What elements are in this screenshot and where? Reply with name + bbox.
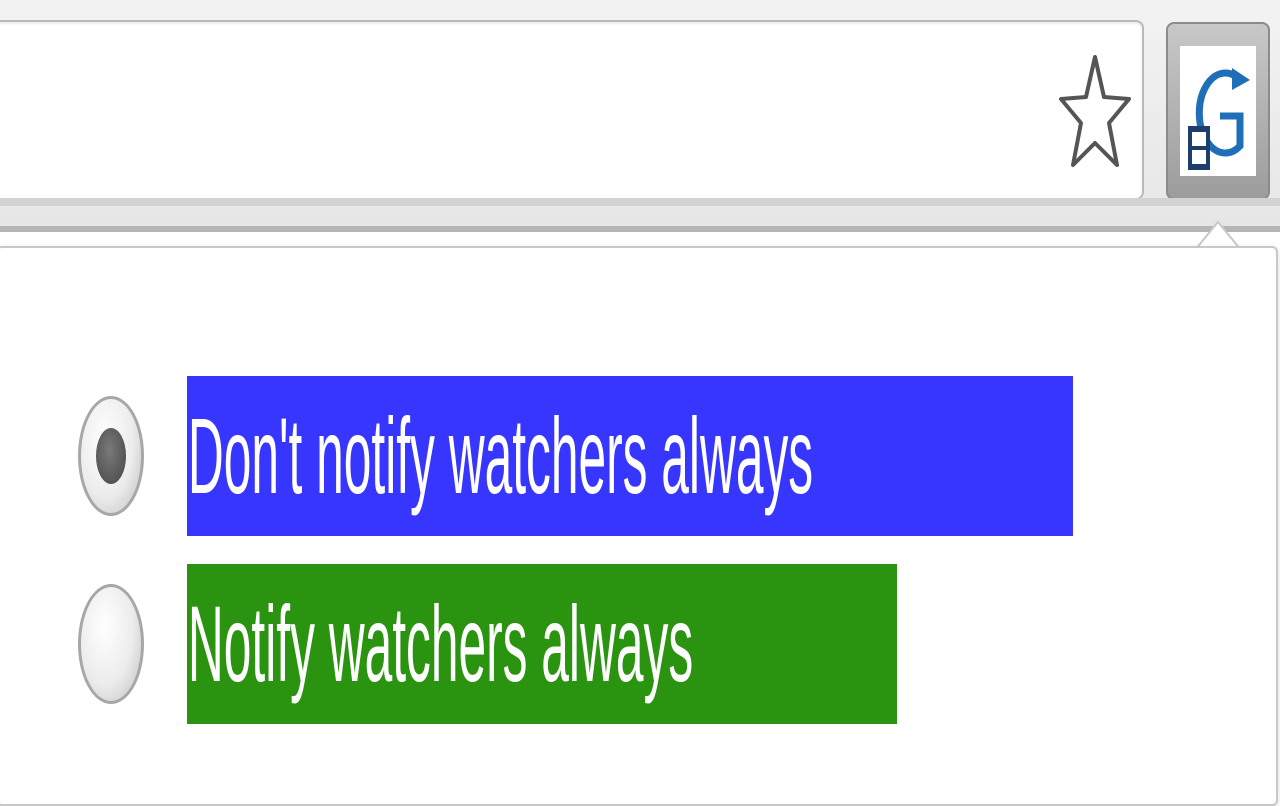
- extension-button[interactable]: [1166, 22, 1270, 200]
- option-notify[interactable]: Notify watchers always: [78, 564, 897, 724]
- browser-toolbar: [0, 0, 1280, 232]
- toolbar-bottom-edge: [0, 226, 1280, 232]
- toolbar-divider: [0, 198, 1280, 206]
- star-outline-icon: [1059, 55, 1131, 167]
- option-label-box: Notify watchers always: [187, 564, 897, 724]
- bookmark-star-button[interactable]: [1052, 48, 1138, 174]
- radio-button[interactable]: [78, 584, 144, 704]
- address-bar[interactable]: [0, 20, 1144, 200]
- extension-icon-tile: [1180, 46, 1256, 176]
- option-dont-notify[interactable]: Don't notify watchers always: [78, 376, 1073, 536]
- radio-selected-dot: [96, 428, 126, 484]
- g-refresh-icon: [1188, 68, 1250, 170]
- option-label: Don't notify watchers always: [187, 395, 814, 516]
- option-label-box: Don't notify watchers always: [187, 376, 1073, 536]
- radio-button[interactable]: [78, 396, 144, 516]
- option-label: Notify watchers always: [187, 583, 694, 704]
